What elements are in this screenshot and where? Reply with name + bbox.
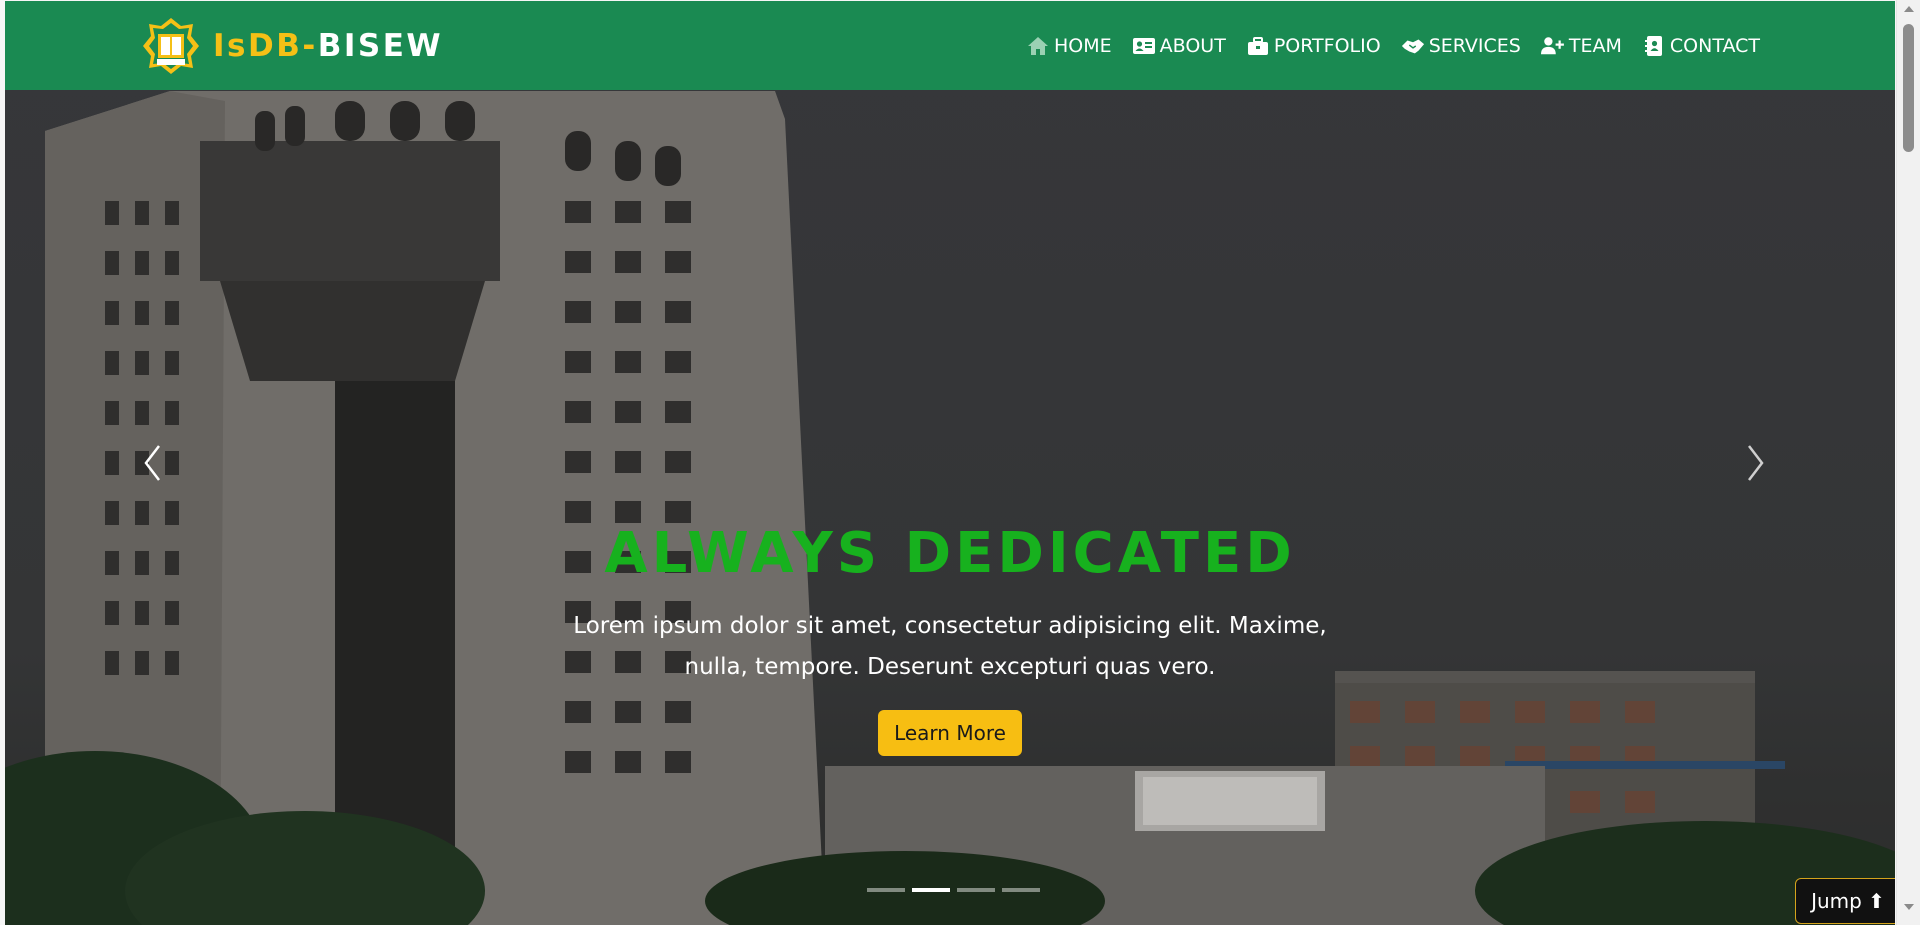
chevron-right-icon: [1748, 445, 1764, 481]
carousel-indicator-2[interactable]: [912, 888, 950, 892]
carousel-indicators: [867, 888, 1040, 892]
brand[interactable]: IsDB-BISEW: [141, 17, 443, 75]
nav-home-label: HOME: [1054, 34, 1112, 57]
carousel-indicator-3[interactable]: [957, 888, 995, 892]
scroll-up-arrow-icon[interactable]: [1904, 6, 1914, 12]
hero-dark-overlay: [5, 1, 1895, 925]
nav-services-label: SERVICES: [1428, 34, 1521, 57]
carousel-indicator-1[interactable]: [867, 888, 905, 892]
nav-team-label: TEAM: [1568, 34, 1622, 57]
brand-dash: -: [302, 28, 318, 64]
scroll-down-arrow-icon[interactable]: [1904, 904, 1914, 910]
isdb-bisew-logo-icon: [143, 18, 199, 74]
nav-portfolio[interactable]: PORTFOLIO: [1246, 35, 1381, 57]
carousel-next-button[interactable]: [1735, 441, 1775, 485]
chevron-left-icon: [144, 445, 160, 481]
nav-team[interactable]: TEAM: [1540, 34, 1622, 57]
nav-contact[interactable]: CONTACT: [1642, 35, 1760, 57]
page-scrollbar[interactable]: [1896, 0, 1920, 925]
main-nav: HOME ABOUT PORTFOLIO SERVICES TEAM CONTA…: [1026, 1, 1760, 90]
carousel-prev-button[interactable]: [135, 441, 175, 485]
user-plus-icon: [1540, 35, 1565, 57]
brand-part-isdb: IsDB: [213, 28, 303, 64]
scrollbar-thumb[interactable]: [1903, 24, 1914, 152]
nav-contact-label: CONTACT: [1669, 34, 1760, 57]
address-book-icon: [1642, 35, 1666, 57]
browser-viewport: IsDB-BISEW HOME ABOUT PORTFOLIO SERVICES…: [5, 1, 1895, 925]
briefcase-icon: [1246, 35, 1270, 57]
nav-about[interactable]: ABOUT: [1132, 35, 1226, 57]
hero-background: [5, 1, 1895, 925]
nav-about-label: ABOUT: [1159, 34, 1226, 57]
nav-services[interactable]: SERVICES: [1401, 35, 1521, 57]
id-card-icon: [1132, 35, 1156, 57]
hero-description: Lorem ipsum dolor sit amet, consectetur …: [573, 613, 1327, 680]
nav-home[interactable]: HOME: [1026, 35, 1112, 57]
brand-part-bisew: BISEW: [317, 28, 444, 64]
home-icon: [1026, 35, 1050, 57]
carousel-indicator-4[interactable]: [1002, 888, 1040, 892]
jump-to-top-button[interactable]: Jump ⬆: [1795, 878, 1895, 924]
brand-name: IsDB-BISEW: [213, 28, 443, 64]
learn-more-button[interactable]: Learn More: [878, 710, 1022, 756]
carousel-caption: ALWAYS DEDICATED Lorem ipsum dolor sit a…: [5, 521, 1895, 756]
handshake-icon: [1401, 35, 1425, 57]
hero-title: ALWAYS DEDICATED: [604, 521, 1296, 586]
nav-portfolio-label: PORTFOLIO: [1273, 34, 1381, 57]
top-navbar: IsDB-BISEW HOME ABOUT PORTFOLIO SERVICES…: [5, 1, 1895, 90]
